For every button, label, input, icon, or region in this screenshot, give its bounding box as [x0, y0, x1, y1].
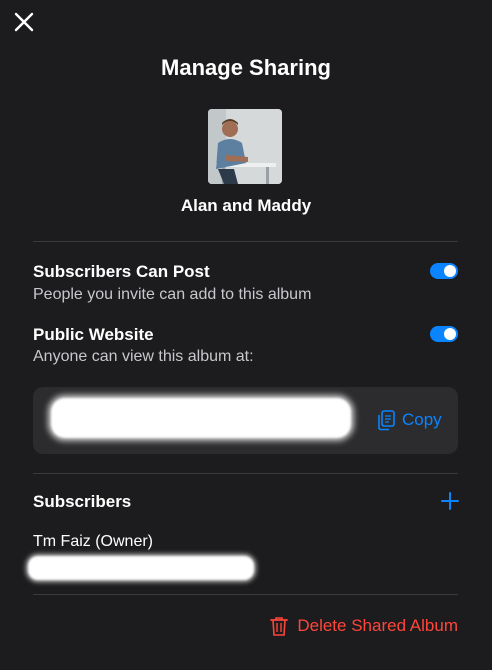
subscribers-can-post-description: People you invite can add to this album [33, 286, 312, 303]
subscribers-can-post-toggle[interactable] [430, 263, 458, 279]
delete-label: Delete Shared Album [297, 616, 458, 635]
public-website-description: Anyone can view this album at: [33, 348, 254, 365]
public-url-box: Copy [33, 387, 458, 454]
plus-icon [441, 492, 459, 510]
trash-icon [270, 617, 289, 636]
subscriber-owner-email-redacted [28, 556, 254, 580]
close-button[interactable] [12, 10, 38, 36]
copy-icon [378, 410, 395, 431]
toggle-knob [444, 265, 456, 277]
divider [33, 473, 458, 474]
album-name: Alan and Maddy [180, 196, 312, 215]
toggle-knob [444, 328, 456, 340]
copy-label: Copy [402, 410, 442, 429]
public-url-redacted[interactable] [51, 398, 351, 438]
divider [33, 241, 458, 242]
subscribers-heading: Subscribers [33, 492, 132, 511]
album-cover-image [208, 109, 282, 184]
subscriber-owner-name: Tm Faiz (Owner) [33, 533, 153, 550]
add-subscriber-button[interactable] [440, 491, 460, 511]
public-website-toggle[interactable] [430, 326, 458, 342]
dialog-title: Manage Sharing [161, 55, 331, 80]
subscribers-can-post-label: Subscribers Can Post [33, 262, 210, 281]
close-icon [14, 12, 34, 32]
delete-shared-album-button[interactable]: Delete Shared Album [269, 615, 458, 637]
copy-link-button[interactable]: Copy [376, 409, 442, 431]
public-website-label: Public Website [33, 325, 154, 344]
divider [33, 594, 458, 595]
